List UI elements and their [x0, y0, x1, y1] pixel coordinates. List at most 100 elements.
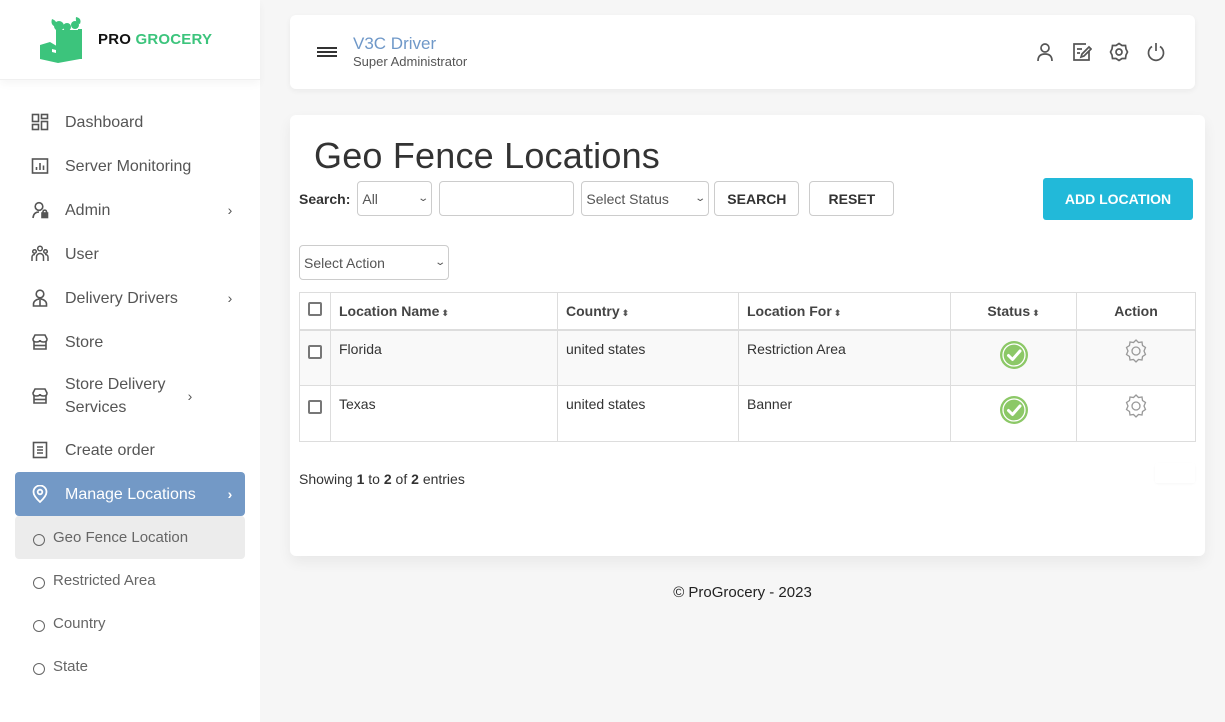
column-header-status[interactable]: Status ⬍ [950, 292, 1077, 331]
action-cell [1076, 329, 1196, 386]
top-header: V3C Driver Super Administrator [290, 15, 1195, 89]
sidebar-item-manage-locations[interactable]: Manage Locations › [15, 472, 245, 516]
info-from: 1 [356, 471, 365, 487]
users-icon [30, 244, 50, 264]
table-row: Texas united states Banner [299, 385, 1196, 442]
row-checkbox[interactable] [308, 344, 322, 359]
sidebar-subitem-label: Country [53, 615, 106, 632]
gear-icon[interactable] [1123, 393, 1149, 419]
pagination[interactable] [1155, 463, 1195, 483]
driver-icon [30, 288, 50, 308]
country-cell: united states [557, 385, 739, 442]
sidebar-subitem-state[interactable]: State [15, 645, 245, 688]
page-title: Geo Fence Locations [314, 135, 661, 176]
chart-icon [30, 156, 50, 176]
search-button[interactable]: SEARCH [714, 181, 800, 216]
store-icon [30, 386, 50, 406]
hamburger-menu-icon[interactable] [317, 45, 337, 59]
edit-icon[interactable] [1071, 41, 1093, 63]
status-active-check-icon[interactable] [999, 340, 1029, 370]
user-name: V3C Driver [353, 34, 437, 53]
user-lock-icon [30, 200, 50, 220]
location-name-cell: Florida [330, 329, 558, 386]
locations-table: Location Name ⬍ Country ⬍ Location For ⬍ St… [299, 292, 1196, 442]
power-icon[interactable] [1145, 41, 1167, 63]
add-location-button[interactable]: ADD LOCATION [1043, 178, 1193, 220]
info-total: 2 [411, 471, 419, 487]
circle-icon [33, 619, 45, 632]
sidebar-item-store-delivery-services[interactable]: Store Delivery Services › [15, 364, 245, 428]
table-row: Florida united states Restriction Area [299, 329, 1196, 386]
profile-icon[interactable] [1034, 41, 1056, 63]
logo-text: PRO GROCERY [98, 31, 212, 48]
sidebar-item-admin[interactable]: Admin › [15, 188, 245, 232]
status-cell [950, 385, 1077, 442]
logo-text-grocery: GROCERY [135, 31, 213, 48]
bulk-action-select[interactable]: Select Action ⌄ [299, 245, 449, 280]
sidebar-item-label: Admin [65, 201, 111, 219]
store-icon [30, 332, 50, 352]
sidebar-item-label: Server Monitoring [65, 157, 192, 175]
sidebar-subitem-restricted-area[interactable]: Restricted Area [15, 559, 245, 602]
column-header-location-name[interactable]: Location Name ⬍ [330, 292, 558, 331]
sidebar-item-store[interactable]: Store [15, 320, 245, 364]
sidebar-item-label: Store [65, 333, 104, 351]
search-field-select-value: All [362, 190, 378, 207]
table-info: Showing 1 to 2 of 2 entries [299, 471, 465, 487]
column-label: Location For [747, 302, 832, 319]
sidebar-item-create-order[interactable]: Create order [15, 428, 245, 472]
row-select-cell [299, 385, 331, 442]
column-header-location-for[interactable]: Location For ⬍ [738, 292, 951, 331]
column-label: Status [987, 302, 1031, 319]
circle-icon [33, 576, 45, 589]
sidebar-item-label: Delivery Drivers [65, 289, 178, 307]
info-of-word: of [395, 471, 408, 487]
sort-icon: ⬍ [1032, 307, 1040, 318]
status-cell [950, 329, 1077, 386]
info-to: 2 [383, 471, 392, 487]
circle-icon [33, 662, 45, 675]
location-for-cell: Banner [738, 385, 951, 442]
sidebar-item-user[interactable]: User [15, 232, 245, 276]
gear-icon[interactable] [1123, 338, 1149, 364]
info-to-word: to [368, 471, 380, 487]
footer: © ProGrocery - 2023 [673, 584, 812, 601]
info-prefix: Showing [299, 471, 353, 487]
document-icon [30, 440, 50, 460]
row-select-cell [299, 329, 331, 386]
column-header-country[interactable]: Country ⬍ [557, 292, 739, 331]
grocery-bag-logo-icon [40, 16, 82, 63]
user-role: Super Administrator [353, 54, 468, 69]
sort-icon: ⬍ [621, 307, 630, 318]
search-input[interactable] [439, 181, 575, 216]
row-checkbox[interactable] [308, 400, 322, 414]
location-for-cell: Restriction Area [738, 329, 951, 386]
info-suffix: entries [422, 471, 465, 487]
settings-icon[interactable] [1108, 41, 1130, 63]
table-header-row: Location Name ⬍ Country ⬍ Location For ⬍ St… [299, 292, 1196, 331]
sidebar-item-label: Dashboard [65, 113, 144, 131]
reset-button[interactable]: RESET [809, 181, 895, 216]
column-label: Location Name [339, 302, 440, 319]
sort-icon: ⬍ [833, 307, 842, 318]
sort-icon: ⬍ [441, 307, 449, 318]
sidebar-item-delivery-drivers[interactable]: Delivery Drivers › [15, 276, 245, 320]
dashboard-icon [30, 112, 50, 132]
select-all-cell [299, 292, 331, 331]
logo[interactable]: PRO GROCERY [0, 0, 260, 80]
search-label: Search: [299, 190, 351, 207]
search-field-select[interactable]: All ⌄ [357, 181, 433, 216]
sidebar-item-label: Create order [65, 441, 155, 459]
sidebar-item-dashboard[interactable]: Dashboard [15, 100, 245, 144]
status-select-value: Select Status [586, 190, 669, 207]
status-select[interactable]: Select Status ⌄ [581, 181, 710, 216]
sidebar-nav: Dashboard Server Monitoring Admin › User [15, 100, 245, 688]
location-name-cell: Texas [330, 385, 558, 442]
status-active-check-icon[interactable] [999, 395, 1029, 425]
sidebar-item-label: User [65, 245, 99, 263]
sidebar-subitem-geo-fence-location[interactable]: Geo Fence Location [15, 516, 245, 559]
sidebar-item-server-monitoring[interactable]: Server Monitoring [15, 144, 245, 188]
select-all-checkbox[interactable] [308, 302, 322, 317]
sidebar-subitem-country[interactable]: Country [15, 602, 245, 645]
country-cell: united states [557, 329, 739, 386]
